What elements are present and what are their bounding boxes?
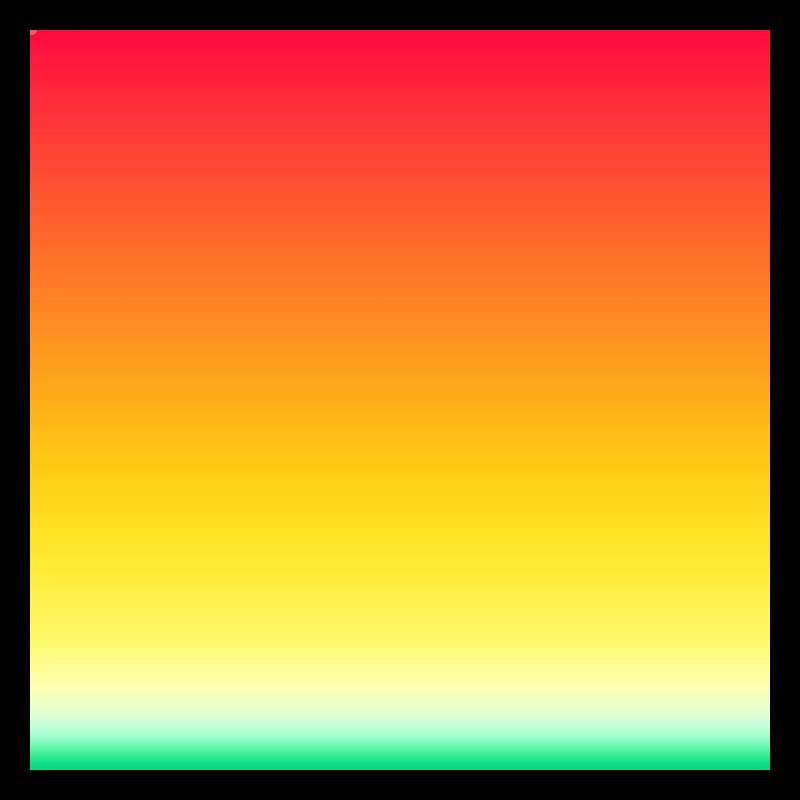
bottleneck-curve [30, 30, 770, 770]
plot-area [30, 30, 770, 770]
chart-frame [0, 0, 800, 800]
